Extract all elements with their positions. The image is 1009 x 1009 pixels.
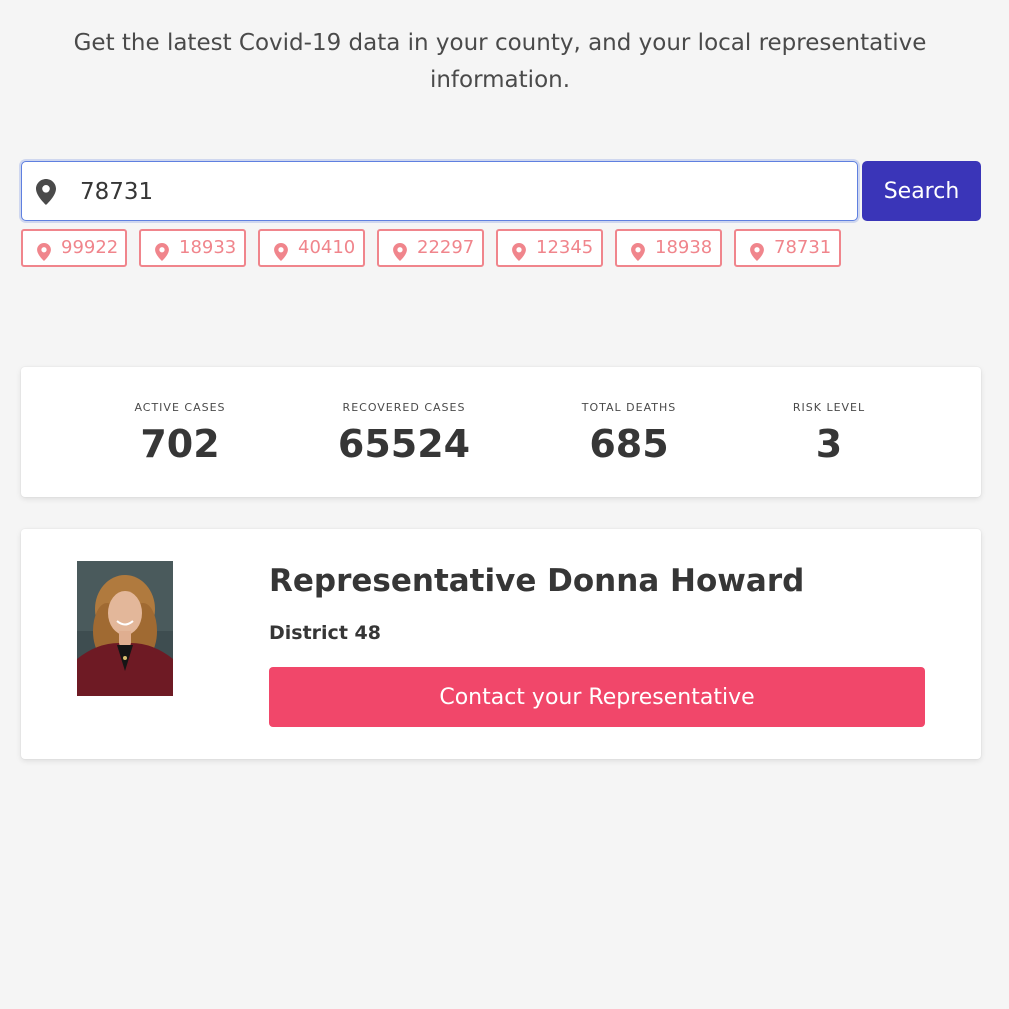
map-marker-icon — [512, 239, 526, 273]
map-marker-icon — [274, 239, 288, 273]
intro-line-2: information. — [429, 67, 571, 93]
zip-chip-label: 12345 — [536, 237, 594, 258]
stat-label: ACTIVE CASES — [134, 401, 226, 414]
zip-chip-label: 22297 — [417, 237, 475, 258]
map-marker-icon — [631, 239, 645, 273]
zip-chip[interactable]: 22297 — [377, 229, 484, 267]
stat-value: 685 — [589, 422, 669, 466]
representative-card: Representative Donna Howard District 48 … — [21, 529, 981, 759]
zip-chip-label: 18938 — [655, 237, 713, 258]
map-marker-icon — [155, 239, 169, 273]
stat-risk-level: RISK LEVEL 3 — [729, 400, 929, 470]
representative-name: Representative Donna Howard — [269, 563, 805, 599]
search-field[interactable] — [21, 161, 858, 221]
intro-text: Get the latest Covid-19 data in your cou… — [60, 25, 940, 99]
stat-label: RECOVERED CASES — [342, 401, 466, 414]
representative-photo — [77, 561, 173, 696]
covid-stats-card: ACTIVE CASES 702 RECOVERED CASES 65524 T… — [21, 367, 981, 497]
zip-chip-label: 40410 — [298, 237, 356, 258]
representative-district: District 48 — [269, 622, 381, 644]
zip-chip[interactable]: 12345 — [496, 229, 603, 267]
search-bar: Search — [21, 161, 981, 221]
zip-chip[interactable]: 99922 — [21, 229, 127, 267]
stat-recovered-cases: RECOVERED CASES 65524 — [304, 400, 504, 470]
stat-label: TOTAL DEATHS — [581, 401, 677, 414]
zip-chip[interactable]: 40410 — [258, 229, 365, 267]
map-marker-icon — [37, 239, 51, 273]
stat-label: RISK LEVEL — [792, 401, 866, 414]
stat-value: 65524 — [337, 422, 471, 466]
map-marker-icon — [36, 179, 56, 209]
recent-zip-list: 99922 18933 40410 22297 12345 18938 7873… — [21, 229, 981, 267]
stat-active-cases: ACTIVE CASES 702 — [80, 400, 280, 470]
zip-chip[interactable]: 18938 — [615, 229, 722, 267]
zip-chip-label: 18933 — [179, 237, 237, 258]
contact-representative-button[interactable]: Contact your Representative — [269, 667, 925, 727]
intro-line-1: Get the latest Covid-19 data in your cou… — [73, 30, 927, 56]
zip-search-input[interactable] — [80, 172, 840, 212]
zip-chip-label: 78731 — [774, 237, 832, 258]
zip-chip[interactable]: 18933 — [139, 229, 246, 267]
zip-chip-label: 99922 — [61, 237, 119, 258]
zip-chip[interactable]: 78731 — [734, 229, 841, 267]
map-marker-icon — [750, 239, 764, 273]
search-button[interactable]: Search — [862, 161, 981, 221]
stat-value: 3 — [815, 422, 843, 466]
stat-total-deaths: TOTAL DEATHS 685 — [529, 400, 729, 470]
stat-value: 702 — [140, 422, 220, 466]
map-marker-icon — [393, 239, 407, 273]
